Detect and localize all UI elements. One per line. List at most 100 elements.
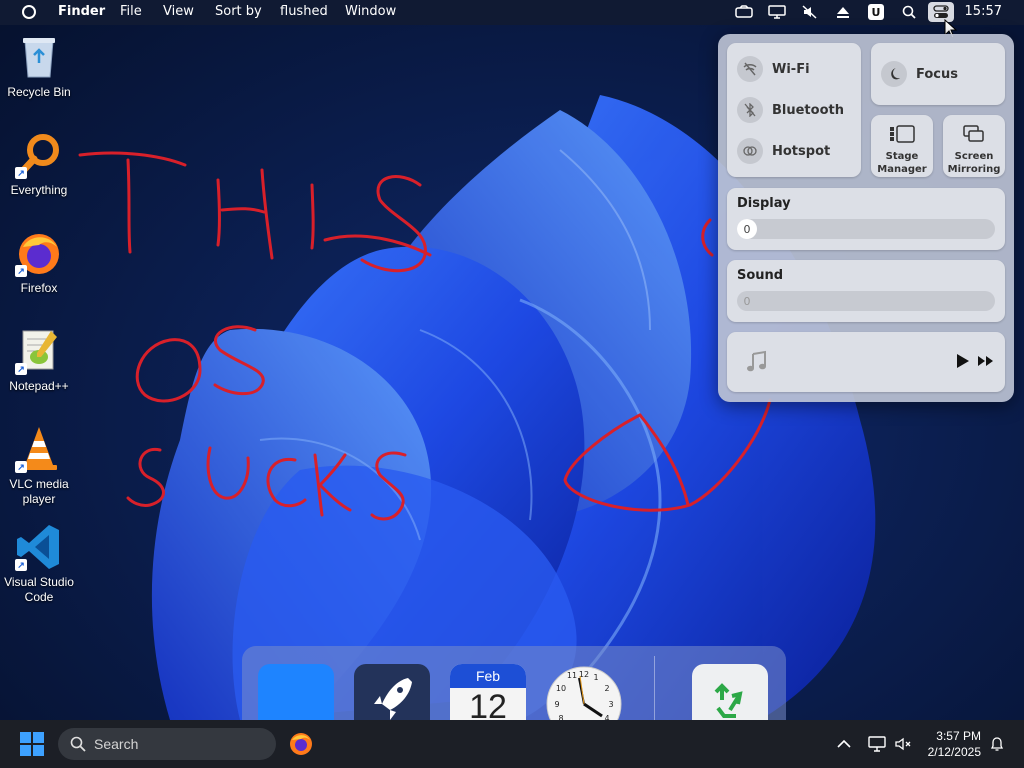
display-tile: Display 0 [727, 188, 1005, 250]
svg-text:11: 11 [567, 671, 577, 680]
dock-launchpad[interactable] [354, 664, 430, 722]
screen-mirroring-label-line1: Screen [954, 151, 994, 162]
bluetooth-toggle[interactable]: Bluetooth [737, 96, 844, 124]
calendar-day: 12 [469, 688, 507, 722]
everything-search-icon: ↗ [15, 131, 63, 179]
svg-text:2: 2 [604, 684, 609, 693]
taskbar-time: 3:57 PM [936, 729, 981, 743]
taskbar-firefox[interactable] [286, 720, 316, 768]
volume-muted-icon[interactable] [892, 720, 914, 768]
recycle-bin-icon [15, 33, 63, 81]
svg-text:3: 3 [608, 700, 613, 709]
notification-bell-icon[interactable] [986, 720, 1008, 768]
desktop-icon-label: Visual Studio Code [4, 575, 74, 604]
desktop-icon-visual-studio-code[interactable]: ↗ Visual Studio Code [0, 523, 78, 605]
now-playing-tile [727, 332, 1005, 392]
desktop-icon-label: Recycle Bin [7, 85, 71, 99]
show-hidden-icons-chevron-up-icon[interactable] [834, 720, 854, 768]
wifi-off-icon [737, 56, 763, 82]
sound-tile: Sound 0 [727, 260, 1005, 322]
shortcut-arrow-icon: ↗ [15, 167, 27, 179]
hotspot-icon [737, 138, 763, 164]
display-brightness-slider[interactable]: 0 [737, 219, 995, 239]
bluetooth-off-icon [737, 97, 763, 123]
desktop-icon-notepad-plus-plus[interactable]: ↗ Notepad++ [0, 327, 78, 394]
sound-volume-slider[interactable]: 0 [737, 291, 995, 311]
wifi-label: Wi-Fi [772, 61, 810, 77]
fast-forward-icon[interactable] [977, 355, 995, 367]
dock: Feb 12 12 11 1 10 2 93 84 [242, 646, 786, 722]
focus-toggle[interactable]: Focus [871, 43, 1005, 105]
taskbar-date: 2/12/2025 [927, 745, 981, 759]
desktop-icon-vlc-media-player[interactable]: ↗ VLC media player [0, 425, 78, 507]
system-menu-icon[interactable] [22, 5, 36, 19]
windows-taskbar: 3:57 PM 2/12/2025 [0, 720, 1024, 768]
menu-file[interactable]: File [120, 4, 142, 19]
cloud-icon[interactable] [734, 3, 754, 21]
stage-manager-button[interactable]: Stage Manager [871, 115, 933, 177]
calendar-month: Feb [450, 664, 526, 688]
menu-window[interactable]: Window [345, 4, 396, 19]
vscode-icon: ↗ [15, 523, 63, 571]
desktop-icon-label: Everything [10, 183, 68, 197]
bluetooth-label: Bluetooth [772, 102, 844, 118]
screen-mirroring-label-line2: Mirroring [947, 164, 1001, 175]
svg-text:9: 9 [554, 700, 559, 709]
monitor-icon[interactable] [767, 3, 787, 21]
moon-icon [881, 61, 907, 87]
screen-mirroring-button[interactable]: Screen Mirroring [943, 115, 1005, 177]
control-center-panel: Wi-Fi Bluetooth Hotspot Focus Stage Mana… [718, 34, 1014, 402]
focus-label: Focus [916, 66, 958, 82]
desktop-icon-everything[interactable]: ↗ Everything [0, 131, 78, 198]
display-label: Display [737, 196, 791, 211]
stage-manager-label-line2: Manager [877, 164, 927, 175]
sound-slider-knob[interactable]: 0 [737, 291, 757, 311]
dock-finder[interactable] [258, 664, 334, 722]
firefox-icon [290, 733, 312, 755]
dock-trash[interactable] [692, 664, 768, 722]
music-note-icon [747, 350, 766, 372]
search-icon [70, 736, 86, 752]
stage-manager-label-line1: Stage [885, 151, 919, 162]
stage-manager-icon [890, 125, 915, 143]
shortcut-arrow-icon: ↗ [15, 559, 27, 571]
notepad-plus-plus-icon: ↗ [15, 327, 63, 375]
wifi-toggle[interactable]: Wi-Fi [737, 55, 810, 83]
vlc-cone-icon: ↗ [15, 425, 63, 473]
search-icon[interactable] [899, 3, 919, 21]
dock-calendar[interactable]: Feb 12 [450, 664, 526, 722]
top-menu-bar: Finder File View Sort by flushed Window … [0, 0, 1024, 25]
search-input[interactable] [94, 736, 264, 752]
shortcut-arrow-icon: ↗ [15, 265, 27, 277]
u-app-icon[interactable]: U [868, 4, 884, 20]
trash-recycle-icon [714, 683, 743, 718]
analog-clock-icon: 1211 1 10 2 93 84 [546, 666, 622, 722]
shortcut-arrow-icon: ↗ [15, 363, 27, 375]
connectivity-tile: Wi-Fi Bluetooth Hotspot [727, 43, 861, 177]
screen-mirroring-icon [963, 125, 984, 142]
network-icon[interactable] [866, 720, 888, 768]
taskbar-search[interactable] [58, 728, 276, 760]
play-icon[interactable] [956, 353, 970, 369]
desktop-icon-label: Firefox [20, 281, 58, 295]
svg-text:1: 1 [593, 673, 598, 682]
desktop-icon-firefox[interactable]: ↗ Firefox [0, 229, 78, 296]
sound-label: Sound [737, 268, 784, 283]
mute-icon[interactable] [800, 3, 820, 21]
desktop-icon-label: Notepad++ [9, 379, 69, 393]
hotspot-toggle[interactable]: Hotspot [737, 137, 830, 165]
taskbar-clock[interactable]: 3:57 PM 2/12/2025 [928, 728, 981, 760]
svg-text:10: 10 [556, 684, 566, 693]
rocket-icon [374, 678, 412, 720]
dock-clock[interactable]: 12 11 1 10 2 93 84 [546, 664, 622, 722]
menu-sort-by[interactable]: Sort by [215, 4, 262, 19]
menu-view[interactable]: View [163, 4, 194, 19]
menu-app-name[interactable]: Finder [58, 4, 105, 19]
desktop-icon-recycle-bin[interactable]: Recycle Bin [0, 33, 78, 100]
eject-icon[interactable] [833, 3, 853, 21]
windows-start-icon[interactable] [20, 732, 44, 756]
dock-divider [654, 656, 655, 722]
display-slider-knob[interactable]: 0 [737, 219, 757, 239]
hotspot-label: Hotspot [772, 143, 831, 159]
menu-flushed[interactable]: flushed [280, 4, 328, 19]
